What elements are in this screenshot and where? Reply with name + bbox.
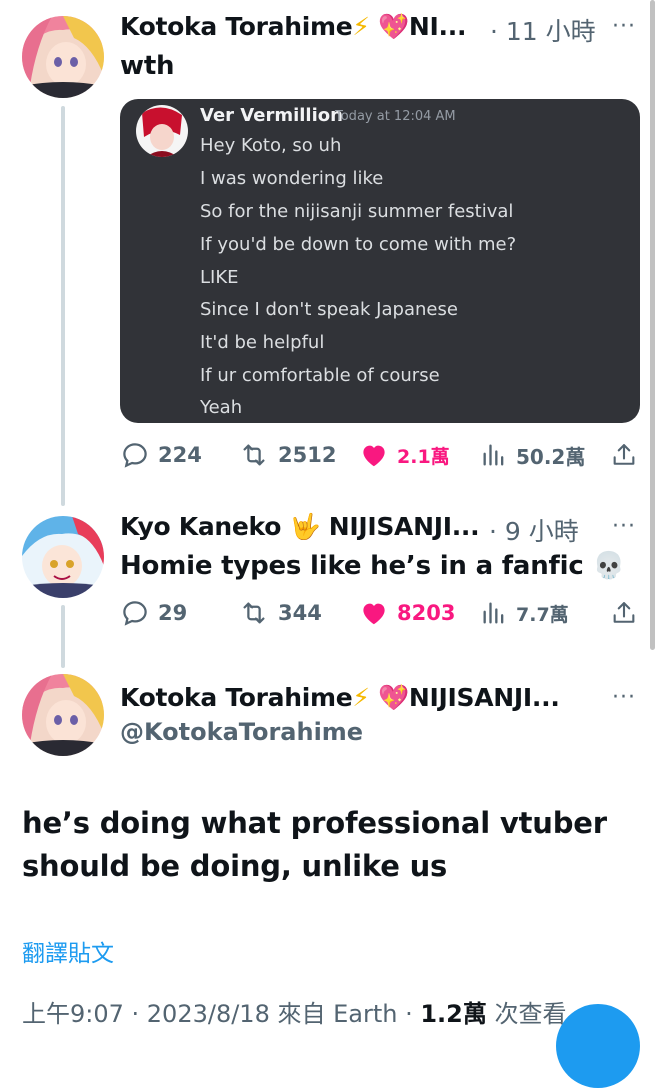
avatar[interactable] — [22, 516, 104, 598]
lightning-emoji-icon: ⚡ — [352, 683, 370, 712]
like-button[interactable]: 2.1萬 — [359, 440, 450, 470]
discord-username: Ver Vermillion — [200, 105, 343, 126]
views-chart-icon — [483, 444, 504, 466]
reply-count: 224 — [158, 443, 202, 467]
thread-line — [61, 605, 65, 668]
discord-message-line: Yeah — [200, 397, 243, 418]
like-button[interactable]: 8203 — [359, 598, 455, 628]
thread-line — [61, 106, 65, 506]
discord-message-line: If ur comfortable of course — [200, 365, 440, 386]
tweet-text-line: should be doing, unlike us — [22, 849, 448, 883]
lightning-emoji-icon: ⚡ — [352, 12, 370, 41]
author-name[interactable]: Kyo Kaneko 🤟 NIJISANJI... — [120, 512, 480, 542]
more-options-icon[interactable]: ··· — [612, 685, 636, 710]
retweet-count: 2512 — [278, 443, 337, 467]
discord-message-line: If you'd be down to come with me? — [200, 234, 517, 255]
author-handle[interactable]: @KotokaTorahime — [120, 718, 363, 746]
retweet-button[interactable]: 344 — [238, 598, 322, 628]
author-name-text[interactable]: Kyo Kaneko — [120, 512, 281, 541]
avatar[interactable] — [22, 674, 104, 756]
retweet-count: 344 — [278, 601, 322, 625]
discord-message-line: LIKE — [200, 267, 239, 288]
author-name-text[interactable]: Kotoka Torahime — [120, 683, 353, 712]
reply-icon — [123, 601, 147, 626]
discord-message-line: So for the nijisanji summer festival — [200, 201, 514, 222]
reply-count: 29 — [158, 601, 188, 625]
name-suffix[interactable]: NI... — [409, 12, 467, 41]
sparkling-heart-emoji-icon: 💖 — [369, 683, 409, 712]
discord-screenshot-image[interactable]: Ver Vermillion Today at 12:04 AM Hey Kot… — [120, 99, 640, 423]
tweet-time[interactable]: · 11 小時 — [490, 12, 596, 48]
reply-icon — [123, 443, 147, 468]
sparkling-heart-emoji-icon: 💖 — [369, 12, 409, 41]
name-suffix[interactable]: NIJISANJI... — [329, 512, 480, 541]
share-icon — [613, 602, 635, 623]
compose-fab-button[interactable] — [556, 1004, 640, 1088]
like-count: 2.1萬 — [397, 445, 450, 468]
reply-button[interactable]: 224 — [120, 440, 202, 470]
author-name[interactable]: Kotoka Torahime⚡ 💖NI... — [120, 12, 466, 42]
name-suffix[interactable]: NIJISANJI... — [409, 683, 560, 712]
heart-filled-icon — [363, 603, 385, 625]
tweet-text-content: Homie types like he’s in a fanfic — [120, 551, 584, 581]
discord-message-line: I was wondering like — [200, 168, 384, 189]
reply-button[interactable]: 29 — [120, 598, 187, 628]
retweet-icon — [243, 602, 265, 624]
views-button[interactable]: 50.2萬 — [480, 440, 585, 470]
more-options-icon[interactable]: ··· — [612, 14, 636, 39]
translate-post-link[interactable]: 翻譯貼文 — [22, 934, 114, 968]
author-name[interactable]: Kotoka Torahime⚡ 💖NIJISANJI... — [120, 683, 560, 713]
scrollbar[interactable] — [650, 0, 655, 650]
more-options-icon[interactable]: ··· — [612, 514, 636, 539]
sign-of-horns-emoji-icon: 🤟 — [281, 512, 329, 541]
views-button[interactable]: 7.7萬 — [480, 598, 569, 628]
discord-timestamp: Today at 12:04 AM — [335, 109, 456, 124]
heart-filled-icon — [363, 445, 385, 467]
discord-message-line: Hey Koto, so uh — [200, 135, 342, 156]
tweet-text-line: he’s doing what professional vtuber — [22, 806, 607, 840]
discord-avatar — [136, 105, 188, 157]
author-name-text[interactable]: Kotoka Torahime — [120, 12, 353, 41]
tweet-text: wth — [120, 51, 175, 81]
views-chart-icon — [483, 602, 504, 624]
avatar[interactable] — [22, 16, 104, 98]
share-icon — [613, 444, 635, 465]
discord-message-line: It'd be helpful — [200, 332, 325, 353]
retweet-button[interactable]: 2512 — [238, 440, 336, 470]
tweet-text: Homie types like he’s in a fanfic 💀 — [120, 551, 625, 581]
share-button[interactable] — [610, 440, 646, 470]
retweet-icon — [243, 444, 265, 466]
views-count: 50.2萬 — [516, 444, 586, 469]
share-button[interactable] — [610, 598, 646, 628]
like-count: 8203 — [397, 601, 456, 625]
discord-message-line: Since I don't speak Japanese — [200, 299, 458, 320]
views-count: 7.7萬 — [516, 603, 569, 626]
skull-emoji-icon: 💀 — [583, 551, 625, 581]
tweet-time[interactable]: · 9 小時 — [489, 512, 579, 548]
